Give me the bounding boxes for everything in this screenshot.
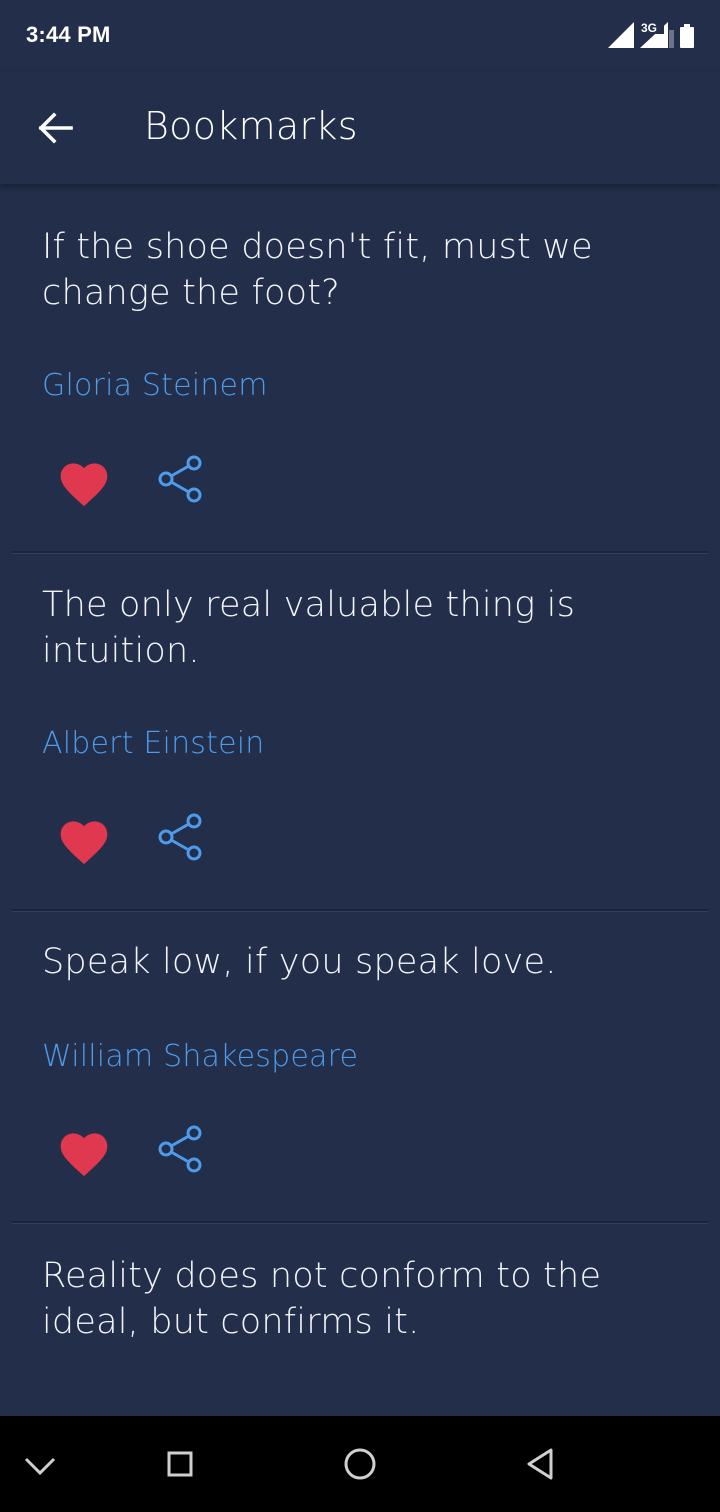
quote-card: The only real valuable thing is intuitio… (0, 554, 720, 911)
circle-icon (344, 1448, 376, 1480)
share-icon (158, 1125, 202, 1173)
quote-text: The only real valuable thing is intuitio… (42, 585, 576, 671)
bookmark-list[interactable]: If the shoe doesn't fit, must we change … (0, 184, 720, 1416)
nav-back-button[interactable] (516, 1440, 564, 1488)
quote-author[interactable]: William Shakespeare (42, 1039, 358, 1074)
quote-card: If the shoe doesn't fit, must we change … (0, 184, 720, 554)
page-title: Bookmarks (144, 104, 358, 148)
heart-icon (60, 821, 108, 865)
quote-text: If the shoe doesn't fit, must we change … (42, 227, 593, 313)
arrow-left-icon (38, 112, 73, 144)
share-button[interactable] (152, 810, 208, 866)
share-button[interactable] (152, 1122, 208, 1178)
quote-author[interactable]: Gloria Steinem (42, 368, 268, 403)
favorite-button[interactable] (56, 814, 112, 866)
share-icon (158, 813, 202, 861)
chevron-down-icon (24, 1457, 56, 1476)
status-time: 3:44 PM (26, 22, 111, 47)
favorite-button[interactable] (56, 456, 112, 508)
quote-author[interactable]: Albert Einstein (42, 726, 265, 761)
nav-collapse-button[interactable] (16, 1440, 64, 1488)
share-button[interactable] (152, 452, 208, 508)
heart-icon (60, 463, 108, 507)
status-icons: 3G (608, 20, 704, 52)
back-button[interactable] (30, 104, 80, 154)
quote-card: Speak low, if you speak love. William Sh… (0, 911, 720, 1223)
quote-card: Reality does not conform to the ideal, b… (0, 1223, 720, 1416)
nav-home-button[interactable] (336, 1440, 384, 1488)
quote-text: Reality does not conform to the ideal, b… (42, 1256, 602, 1342)
share-icon (158, 455, 202, 503)
heart-icon (60, 1133, 108, 1177)
triangle-back-icon (527, 1448, 553, 1480)
quote-text: Speak low, if you speak love. (42, 942, 557, 982)
status-icons-svg: 3G (608, 20, 694, 48)
system-nav-bar (0, 1416, 720, 1512)
nav-recents-button[interactable] (156, 1440, 204, 1488)
network-label: 3G (641, 21, 657, 35)
status-bar: 3:44 PM 3G (0, 0, 720, 72)
favorite-button[interactable] (56, 1126, 112, 1178)
square-icon (167, 1451, 193, 1477)
signal-icon (608, 22, 634, 48)
battery-icon (680, 24, 694, 48)
network-3g-icon: 3G (640, 20, 674, 48)
app-bar: Bookmarks (0, 72, 720, 184)
